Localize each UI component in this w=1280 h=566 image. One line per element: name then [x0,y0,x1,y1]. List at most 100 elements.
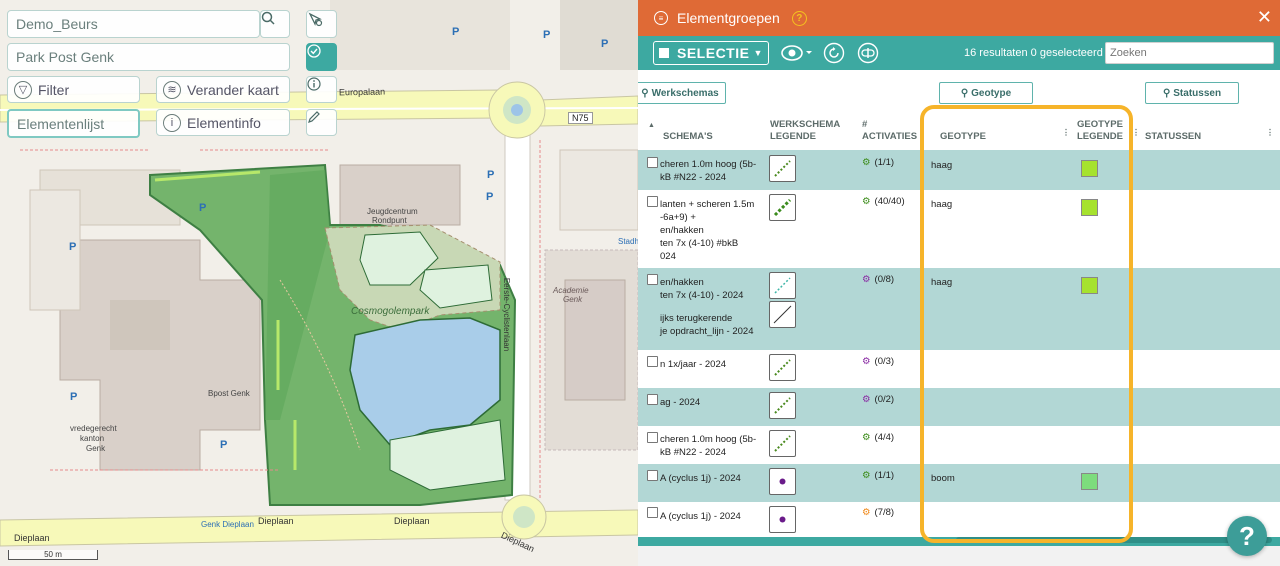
row-checkbox[interactable] [647,432,658,443]
col-schemas[interactable]: SCHEMA'S [663,131,713,143]
search-button[interactable] [260,10,290,38]
panel-header: ≡ Elementgroepen ? ✕ [638,0,1280,36]
filter-icon: ▽ [14,80,32,99]
search-icon: ⚲ [960,87,969,99]
map-label-eerste-cyclistenlaan: Eerste-Cyclistenlaan [502,277,512,352]
table-row[interactable]: lanten + scheren 1.5m -6a+9) + en/hakken… [638,190,1280,268]
edit-button[interactable] [306,109,337,136]
row-geotype: haag [931,277,953,288]
map-label-dieplaan-3: Dieplaan [394,516,430,526]
table-row[interactable]: A (cyclus 1j) - 2024 ⚙ (7/8) [638,502,1280,540]
row-geotype: haag [931,199,953,210]
list-icon: ≡ [654,11,668,25]
visibility-dropdown[interactable] [781,43,813,63]
table-row[interactable]: cheren 1.0m hoog (5b- kB #N22 - 2024 ⚙ (1… [638,150,1280,190]
row-name-line: ijks terugkerende [660,313,733,324]
statussen-filter-button[interactable]: ⚲ Statussen [1145,82,1239,104]
col-geotype-legende-1[interactable]: GEOTYPE [1077,119,1123,131]
werkschemas-filter-button[interactable]: ⚲ Werkschemas [638,82,726,104]
panel-footer [638,546,1280,566]
col-activaties-1[interactable]: # [862,119,867,131]
svg-text:P: P [69,241,76,253]
row-name-line: ag - 2024 [660,397,701,408]
info-layer-button[interactable] [306,76,337,103]
confirm-location-button[interactable] [306,43,337,71]
col-divider-icon: ⋮ [1266,128,1274,137]
search-icon: ⚲ [1162,87,1171,99]
change-map-button[interactable]: ≋ Verander kaart [156,76,290,103]
map-label-cosmogolempark: Cosmogolempark [351,306,430,317]
change-map-label: Verander kaart [187,81,279,98]
elementinfo-button[interactable]: i Elementinfo [156,109,290,136]
map-label-dieplaan-1: Dieplaan [258,516,294,526]
row-name-line: ten 7x (4-10) - 2024 [660,290,744,301]
table-row[interactable]: n 1x/jaar - 2024 ⚙ (0/3) [638,350,1280,388]
row-name: ag - 2024 [660,396,770,409]
table-row[interactable]: ag - 2024 ⚙ (0/2) [638,388,1280,426]
row-geotype: haag [931,160,953,171]
row-checkbox[interactable] [647,274,658,285]
row-checkbox[interactable] [647,356,658,367]
help-fab-button[interactable]: ? [1227,516,1267,556]
map-view[interactable]: PPP PPP PPP Europalaan N75 Jeugdcentrum … [0,0,638,566]
row-name-line: A (cyclus 1j) - 2024 [660,473,741,484]
row-checkbox[interactable] [647,157,658,168]
geotype-swatch [1081,160,1098,177]
locate-button[interactable] [306,10,337,38]
map-label-dieplaan-2: Dieplaan [14,533,50,543]
row-name: cheren 1.0m hoog (5b- kB #N22 - 2024 [660,433,770,459]
row-name-line: je opdracht_lijn - 2024 [660,326,754,337]
filter-button[interactable]: ▽ Filter [7,76,140,103]
map-label-genk: Genk [86,444,106,453]
toggle-button[interactable] [857,42,879,64]
panel-search-input[interactable] [1105,42,1274,64]
panel-toolbar: SELECTIE ▼ 16 resultaten 0 geselecteerd [638,36,1280,70]
svg-text:P: P [601,38,608,50]
map-label-academie-genk: Genk [563,295,583,304]
table-row[interactable]: en/hakken ten 7x (4-10) - 2024 ijks teru… [638,268,1280,350]
table-row[interactable]: cheren 1.0m hoog (5b- kB #N22 - 2024 ⚙ (4… [638,426,1280,464]
col-geotype-legende-2: LEGENDE [1077,131,1123,142]
row-name: en/hakken ten 7x (4-10) - 2024 ijks teru… [660,276,770,338]
row-checkbox[interactable] [647,507,658,518]
elementgroups-panel: ≡ Elementgroepen ? ✕ SELECTIE ▼ 16 resul… [638,0,1280,566]
tractor-icon: ⚙ [862,394,871,405]
row-activations: ⚙ (1/1) [862,470,895,481]
werkschema-legend [769,194,796,221]
map-label-europalaan: Europalaan [338,86,386,98]
map-label-genk-dieplaan: Genk Dieplaan [201,520,254,529]
row-name-line: cheren 1.0m hoog (5b- [660,159,757,170]
elementlist-button[interactable]: Elementenlijst [7,109,140,138]
selectie-dropdown[interactable]: SELECTIE ▼ [653,41,769,65]
close-icon[interactable]: ✕ [1257,8,1272,26]
col-geotype[interactable]: GEOTYPE [940,131,986,143]
tractor-icon: ⚙ [862,507,871,518]
col-werkschema-legende-1[interactable]: WERKSCHEMA [770,119,840,131]
toggle-icon [857,42,879,64]
map-label-bpost: Bpost Genk [208,389,250,398]
row-name: lanten + scheren 1.5m -6a+9) + en/hakken… [660,198,770,263]
location-input[interactable]: Park Post Genk [7,43,290,71]
info-icon: i [163,113,181,132]
row-name-line: en/hakken [660,225,704,236]
col-werkschema-legende-2: LEGENDE [770,131,816,142]
geotype-filter-button[interactable]: ⚲ Geotype [939,82,1033,104]
row-checkbox[interactable] [647,394,658,405]
row-name-line: -6a+9) + [660,212,696,223]
svg-text:P: P [220,439,227,451]
refresh-button[interactable] [823,42,845,64]
row-name: A (cyclus 1j) - 2024 [660,510,770,523]
horizontal-scrollbar[interactable] [956,537,1272,543]
help-icon[interactable]: ? [791,10,807,26]
chevron-down-icon: ▼ [753,48,763,58]
row-checkbox[interactable] [647,196,658,207]
svg-text:P: P [487,169,494,181]
selectie-label: SELECTIE [677,45,750,61]
row-activations: ⚙ (40/40) [862,196,905,207]
row-checkbox[interactable] [647,470,658,481]
sort-icon[interactable]: ▲ [648,120,655,132]
col-statussen[interactable]: STATUSSEN [1145,131,1201,143]
project-input[interactable]: Demo_Beurs [7,10,260,38]
table-row[interactable]: A (cyclus 1j) - 2024 ⚙ (1/1) boom [638,464,1280,502]
tractor-icon: ⚙ [862,432,871,443]
